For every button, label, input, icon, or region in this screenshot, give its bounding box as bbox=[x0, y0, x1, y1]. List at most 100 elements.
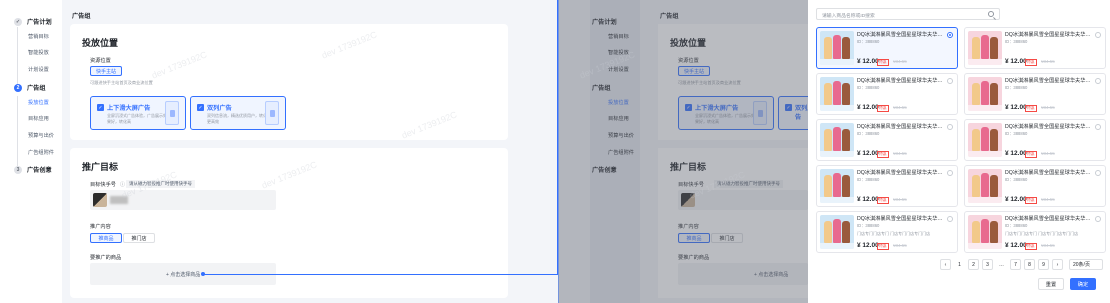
option-desc: 全屏沉浸式广告体验，广告展示效果好，转化高 bbox=[107, 113, 167, 124]
original-price: ¥34.55 bbox=[1041, 197, 1055, 202]
account-label: 目标快手号 bbox=[90, 182, 116, 188]
page-size-select[interactable]: 20条/页 bbox=[1069, 259, 1103, 270]
product-title: DQ冰淇淋暴风雪全国星星球华夫华夫饼 bbox=[857, 170, 945, 176]
step-ad-group[interactable]: 2 广告组 bbox=[14, 83, 46, 92]
search-input[interactable]: 请输入商品名称或ID搜索 bbox=[816, 8, 1000, 20]
product-card[interactable]: DQ冰淇淋暴风雪全国星星球华夫华夫饼 ID：388860 ¥ 12.00 特惠 ¥34.… bbox=[964, 165, 1106, 207]
nav-item-placement[interactable]: 投放位置 bbox=[28, 99, 49, 106]
product-id: ID：388860 bbox=[1005, 85, 1028, 90]
ad-group-page: ✓ 广告计划 营销目标 智能投放 计划设置 2 广告组 投放位置 目标应用 预算… bbox=[0, 0, 558, 303]
page-2[interactable]: 2 bbox=[968, 259, 979, 270]
option-desc: 双列信息流，精选优质用户，转化更高效 bbox=[207, 113, 267, 124]
kuaishou-main-button[interactable]: 快手主站 bbox=[90, 66, 122, 76]
price-tag: 特惠 bbox=[1025, 243, 1037, 250]
product-thumbnail bbox=[820, 31, 854, 65]
nav-item-budget-bid[interactable]: 预算与出价 bbox=[28, 132, 54, 139]
product-price: ¥ 12.00 bbox=[857, 58, 879, 65]
product-price: ¥ 12.00 bbox=[1005, 150, 1027, 157]
original-price: ¥34.55 bbox=[893, 105, 907, 110]
select-radio[interactable] bbox=[947, 124, 953, 130]
product-id: ID：388860 bbox=[1005, 131, 1028, 136]
next-page-button[interactable]: › bbox=[1052, 259, 1063, 270]
placement-option-fullscreen[interactable]: ✓ 上下滑大屏广告 全屏沉浸式广告体验，广告展示效果好，转化高 bbox=[90, 96, 186, 130]
promote-product-button[interactable]: 推商品 bbox=[90, 233, 122, 243]
account-avatar bbox=[93, 193, 107, 207]
search-placeholder: 请输入商品名称或ID搜索 bbox=[822, 14, 875, 19]
page-1[interactable]: 1 bbox=[954, 259, 965, 270]
select-product-button[interactable]: + 点击选择商品 bbox=[166, 271, 200, 278]
product-title: DQ冰淇淋暴风雪全国星星球华夫华夫饼 bbox=[857, 124, 945, 130]
nav-item-plan-settings[interactable]: 计划设置 bbox=[28, 66, 49, 73]
product-card[interactable]: DQ冰淇淋暴风雪全国星星球华夫华夫饼 ID：388860 ¥ 12.00 特惠 ¥34.… bbox=[816, 119, 958, 161]
page-ellipsis[interactable]: … bbox=[996, 259, 1007, 270]
nav-item-attachments[interactable]: 广告组附件 bbox=[28, 149, 54, 156]
product-id: ID：388860 bbox=[1005, 177, 1028, 182]
product-id: ID：388860 bbox=[857, 177, 880, 182]
product-title: DQ冰淇淋暴风雪全国星星球华夫华夫饼 bbox=[1005, 170, 1093, 176]
page-9[interactable]: 9 bbox=[1038, 259, 1049, 270]
select-radio[interactable] bbox=[1095, 124, 1101, 130]
product-price: ¥ 12.00 bbox=[1005, 58, 1027, 65]
product-card[interactable]: DQ冰淇淋暴风雪全国星星球华夫华夫饼 ID：388860 ¥ 12.00 特惠 ¥34.… bbox=[964, 73, 1106, 115]
section-title: 推广目标 bbox=[82, 162, 119, 172]
product-desc: 门店专门门店专门 门店专门门店专门门店 bbox=[857, 231, 931, 236]
reset-button[interactable]: 重置 bbox=[1038, 278, 1064, 290]
nav-item-smart-delivery[interactable]: 智能投放 bbox=[28, 49, 49, 56]
product-title: DQ冰淇淋暴风雪全国星星球华夫华夫饼 bbox=[1005, 78, 1093, 84]
step-label: 广告创意 bbox=[27, 167, 52, 174]
page-7[interactable]: 7 bbox=[1010, 259, 1021, 270]
resource-label: 资源位置 bbox=[90, 58, 111, 64]
resource-hint: 可跟进快手主站首页及商业流位置 bbox=[90, 80, 153, 85]
confirm-button[interactable]: 确定 bbox=[1070, 278, 1096, 290]
product-thumbnail bbox=[968, 123, 1002, 157]
product-price: ¥ 12.00 bbox=[1005, 104, 1027, 111]
search-icon[interactable] bbox=[988, 11, 994, 17]
page-3[interactable]: 3 bbox=[982, 259, 993, 270]
select-radio[interactable] bbox=[1095, 170, 1101, 176]
placement-option-double-column[interactable]: ✓ 双列广告 双列信息流，精选优质用户，转化更高效 bbox=[190, 96, 286, 130]
product-card[interactable]: DQ冰淇淋暴风雪全国星星球华夫华夫饼 ID：388860 ¥ 12.00 特惠 ¥34.… bbox=[816, 73, 958, 115]
select-radio[interactable] bbox=[1095, 216, 1101, 222]
prev-page-button[interactable]: ‹ bbox=[940, 259, 951, 270]
original-price: ¥34.55 bbox=[1041, 105, 1055, 110]
product-card[interactable]: DQ冰淇淋暴风雪全国星星球华夫华夫饼 ID：388860 ¥ 12.00 特惠 ¥34.… bbox=[964, 119, 1106, 161]
price-tag: 特惠 bbox=[877, 105, 889, 112]
select-radio[interactable] bbox=[947, 78, 953, 84]
product-price: ¥ 12.00 bbox=[857, 242, 879, 249]
product-id: ID：388860 bbox=[857, 131, 880, 136]
page-8[interactable]: 8 bbox=[1024, 259, 1035, 270]
modal-overlay[interactable] bbox=[558, 0, 808, 303]
product-price: ¥ 12.00 bbox=[857, 196, 879, 203]
product-card[interactable]: DQ冰淇淋暴风雪全国星星球华夫华夫饼 ID：388860 ¥ 12.00 特惠 ¥34.… bbox=[964, 27, 1106, 69]
select-radio[interactable] bbox=[947, 216, 953, 222]
product-card[interactable]: DQ冰淇淋暴风雪全国星星球华夫华夫饼 ID：388860 门店专门门店专门 门店专门… bbox=[964, 211, 1106, 253]
original-price: ¥34.55 bbox=[1041, 151, 1055, 156]
select-radio[interactable] bbox=[1095, 78, 1101, 84]
step-ad-creative[interactable]: 3 广告创意 bbox=[14, 165, 52, 174]
product-thumbnail bbox=[968, 77, 1002, 111]
check-icon: ✓ bbox=[14, 17, 22, 26]
step-ad-plan[interactable]: ✓ 广告计划 bbox=[14, 17, 52, 26]
product-card[interactable]: DQ冰淇淋暴风雪全国星星球华夫华夫饼 ID：388860 ¥ 12.00 特惠 ¥34.… bbox=[816, 27, 958, 69]
phone-preview-icon bbox=[165, 101, 179, 125]
select-radio[interactable] bbox=[1095, 32, 1101, 38]
select-radio[interactable] bbox=[947, 170, 953, 176]
product-card[interactable]: DQ冰淇淋暴风雪全国星星球华夫华夫饼 ID：388860 ¥ 12.00 特惠 ¥34.… bbox=[816, 165, 958, 207]
product-select-screen: 广告计划 营销目标 智能投放 计划设置 广告组 投放位置 目标应用 预算与出价 … bbox=[558, 0, 1110, 303]
price-tag: 特惠 bbox=[877, 151, 889, 158]
price-tag: 特惠 bbox=[1025, 197, 1037, 204]
step-label: 广告计划 bbox=[27, 19, 52, 26]
product-card[interactable]: DQ冰淇淋暴风雪全国星星球华夫华夫饼 ID：388860 门店专门门店专门 门店专门… bbox=[816, 211, 958, 253]
page-size-value: 20条/页 bbox=[1073, 262, 1090, 268]
product-title: DQ冰淇淋暴风雪全国星星球华夫华夫饼 bbox=[1005, 124, 1093, 130]
promote-store-button[interactable]: 推门店 bbox=[123, 233, 155, 243]
product-drawer: 请输入商品名称或ID搜索 DQ冰淇淋暴风雪全国星星球华夫华夫饼 ID：388860… bbox=[808, 0, 1110, 303]
step-number: 2 bbox=[14, 83, 22, 92]
product-thumbnail bbox=[820, 123, 854, 157]
nav-item-target-app[interactable]: 目标应用 bbox=[28, 115, 49, 122]
product-id: ID：388860 bbox=[857, 223, 880, 228]
product-title: DQ冰淇淋暴风雪全国星星球华夫华夫饼 bbox=[1005, 216, 1093, 222]
account-selector[interactable] bbox=[90, 190, 276, 210]
nav-item-marketing-goal[interactable]: 营销目标 bbox=[28, 33, 49, 40]
select-radio[interactable] bbox=[947, 32, 953, 38]
